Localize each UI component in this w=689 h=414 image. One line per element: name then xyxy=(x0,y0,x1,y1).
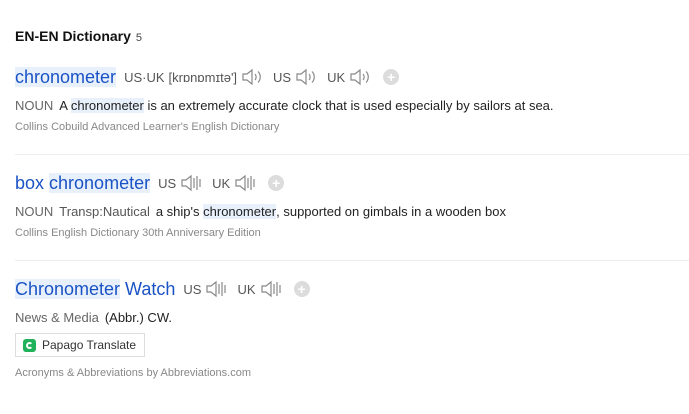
part-of-speech: NOUN xyxy=(15,204,54,219)
speaker-icon[interactable] xyxy=(234,174,256,192)
pronunciation: US UK + xyxy=(183,280,310,298)
result-count: 5 xyxy=(135,32,143,44)
pronunciation: US·UK [krɒnɒmɪtə'] US UK + xyxy=(124,68,400,86)
divider xyxy=(15,154,689,155)
section-header: EN-EN Dictionary 5 xyxy=(15,28,142,44)
us-uk-label: US·UK xyxy=(124,69,165,85)
definition-highlight: chronometer xyxy=(70,98,144,113)
add-icon[interactable]: + xyxy=(293,281,310,297)
headword-link[interactable]: Chronometer Watch xyxy=(15,278,175,300)
part-of-speech: NOUN xyxy=(15,98,54,113)
uk-label: UK xyxy=(212,175,231,191)
divider xyxy=(15,260,689,261)
source-label: Collins English Dictionary 30th Annivers… xyxy=(15,227,261,239)
definition-text-pre: a ship's xyxy=(155,204,204,219)
uk-label: UK xyxy=(327,69,346,85)
entry-box-chronometer: box chronometer US UK + NOUN Transp:Naut… xyxy=(15,170,689,239)
phonetic-text: [krɒnɒmɪtə'] xyxy=(168,69,238,85)
definition-text-post: , supported on gimbals in a wooden box xyxy=(276,204,506,219)
papago-icon xyxy=(23,338,36,352)
definition: NOUN A chronometer is an extremely accur… xyxy=(15,98,689,113)
headword-plain[interactable]: Watch xyxy=(120,279,175,299)
headword-link[interactable]: box chronometer xyxy=(15,172,151,194)
headword-highlight[interactable]: chronometer xyxy=(15,66,117,87)
definition-text-pre: A xyxy=(59,98,71,113)
headword-highlight[interactable]: Chronometer xyxy=(15,278,121,299)
pronunciation: US UK + xyxy=(158,174,285,192)
domain-label: Transp:Nautical xyxy=(59,204,150,219)
headword-plain[interactable]: box xyxy=(15,173,49,193)
papago-label: Papago Translate xyxy=(42,338,137,352)
speaker-icon[interactable] xyxy=(260,280,282,298)
entry-chronometer-watch: Chronometer Watch US UK + News & Media (… xyxy=(15,276,689,379)
headword-highlight[interactable]: chronometer xyxy=(49,172,151,193)
entry-chronometer: chronometer US·UK [krɒnɒmɪtə'] US UK + N… xyxy=(15,64,689,133)
definition-highlight: chronometer xyxy=(203,204,277,219)
speaker-icon[interactable] xyxy=(180,174,202,192)
speaker-icon[interactable] xyxy=(241,68,263,86)
us-label: US xyxy=(183,281,202,297)
papago-translate-button[interactable]: Papago Translate xyxy=(15,333,146,357)
abbreviation-text: (Abbr.) CW. xyxy=(104,310,172,325)
category-label: News & Media xyxy=(15,310,99,325)
source-label: Collins Cobuild Advanced Learner's Engli… xyxy=(15,121,280,133)
definition-text-post: is an extremely accurate clock that is u… xyxy=(143,98,554,113)
add-icon[interactable]: + xyxy=(268,175,285,191)
uk-label: UK xyxy=(237,281,256,297)
headword-link[interactable]: chronometer xyxy=(15,66,117,88)
definition: News & Media (Abbr.) CW. xyxy=(15,310,689,325)
speaker-icon[interactable] xyxy=(205,280,227,298)
us-label: US xyxy=(273,69,292,85)
section-title: EN-EN Dictionary xyxy=(15,28,131,44)
add-icon[interactable]: + xyxy=(383,69,400,85)
source-label: Acronyms & Abbreviations by Abbreviation… xyxy=(15,367,252,379)
speaker-icon[interactable] xyxy=(295,68,317,86)
speaker-icon[interactable] xyxy=(349,68,371,86)
definition: NOUN Transp:Nautical a ship's chronomete… xyxy=(15,204,689,219)
us-label: US xyxy=(158,175,177,191)
